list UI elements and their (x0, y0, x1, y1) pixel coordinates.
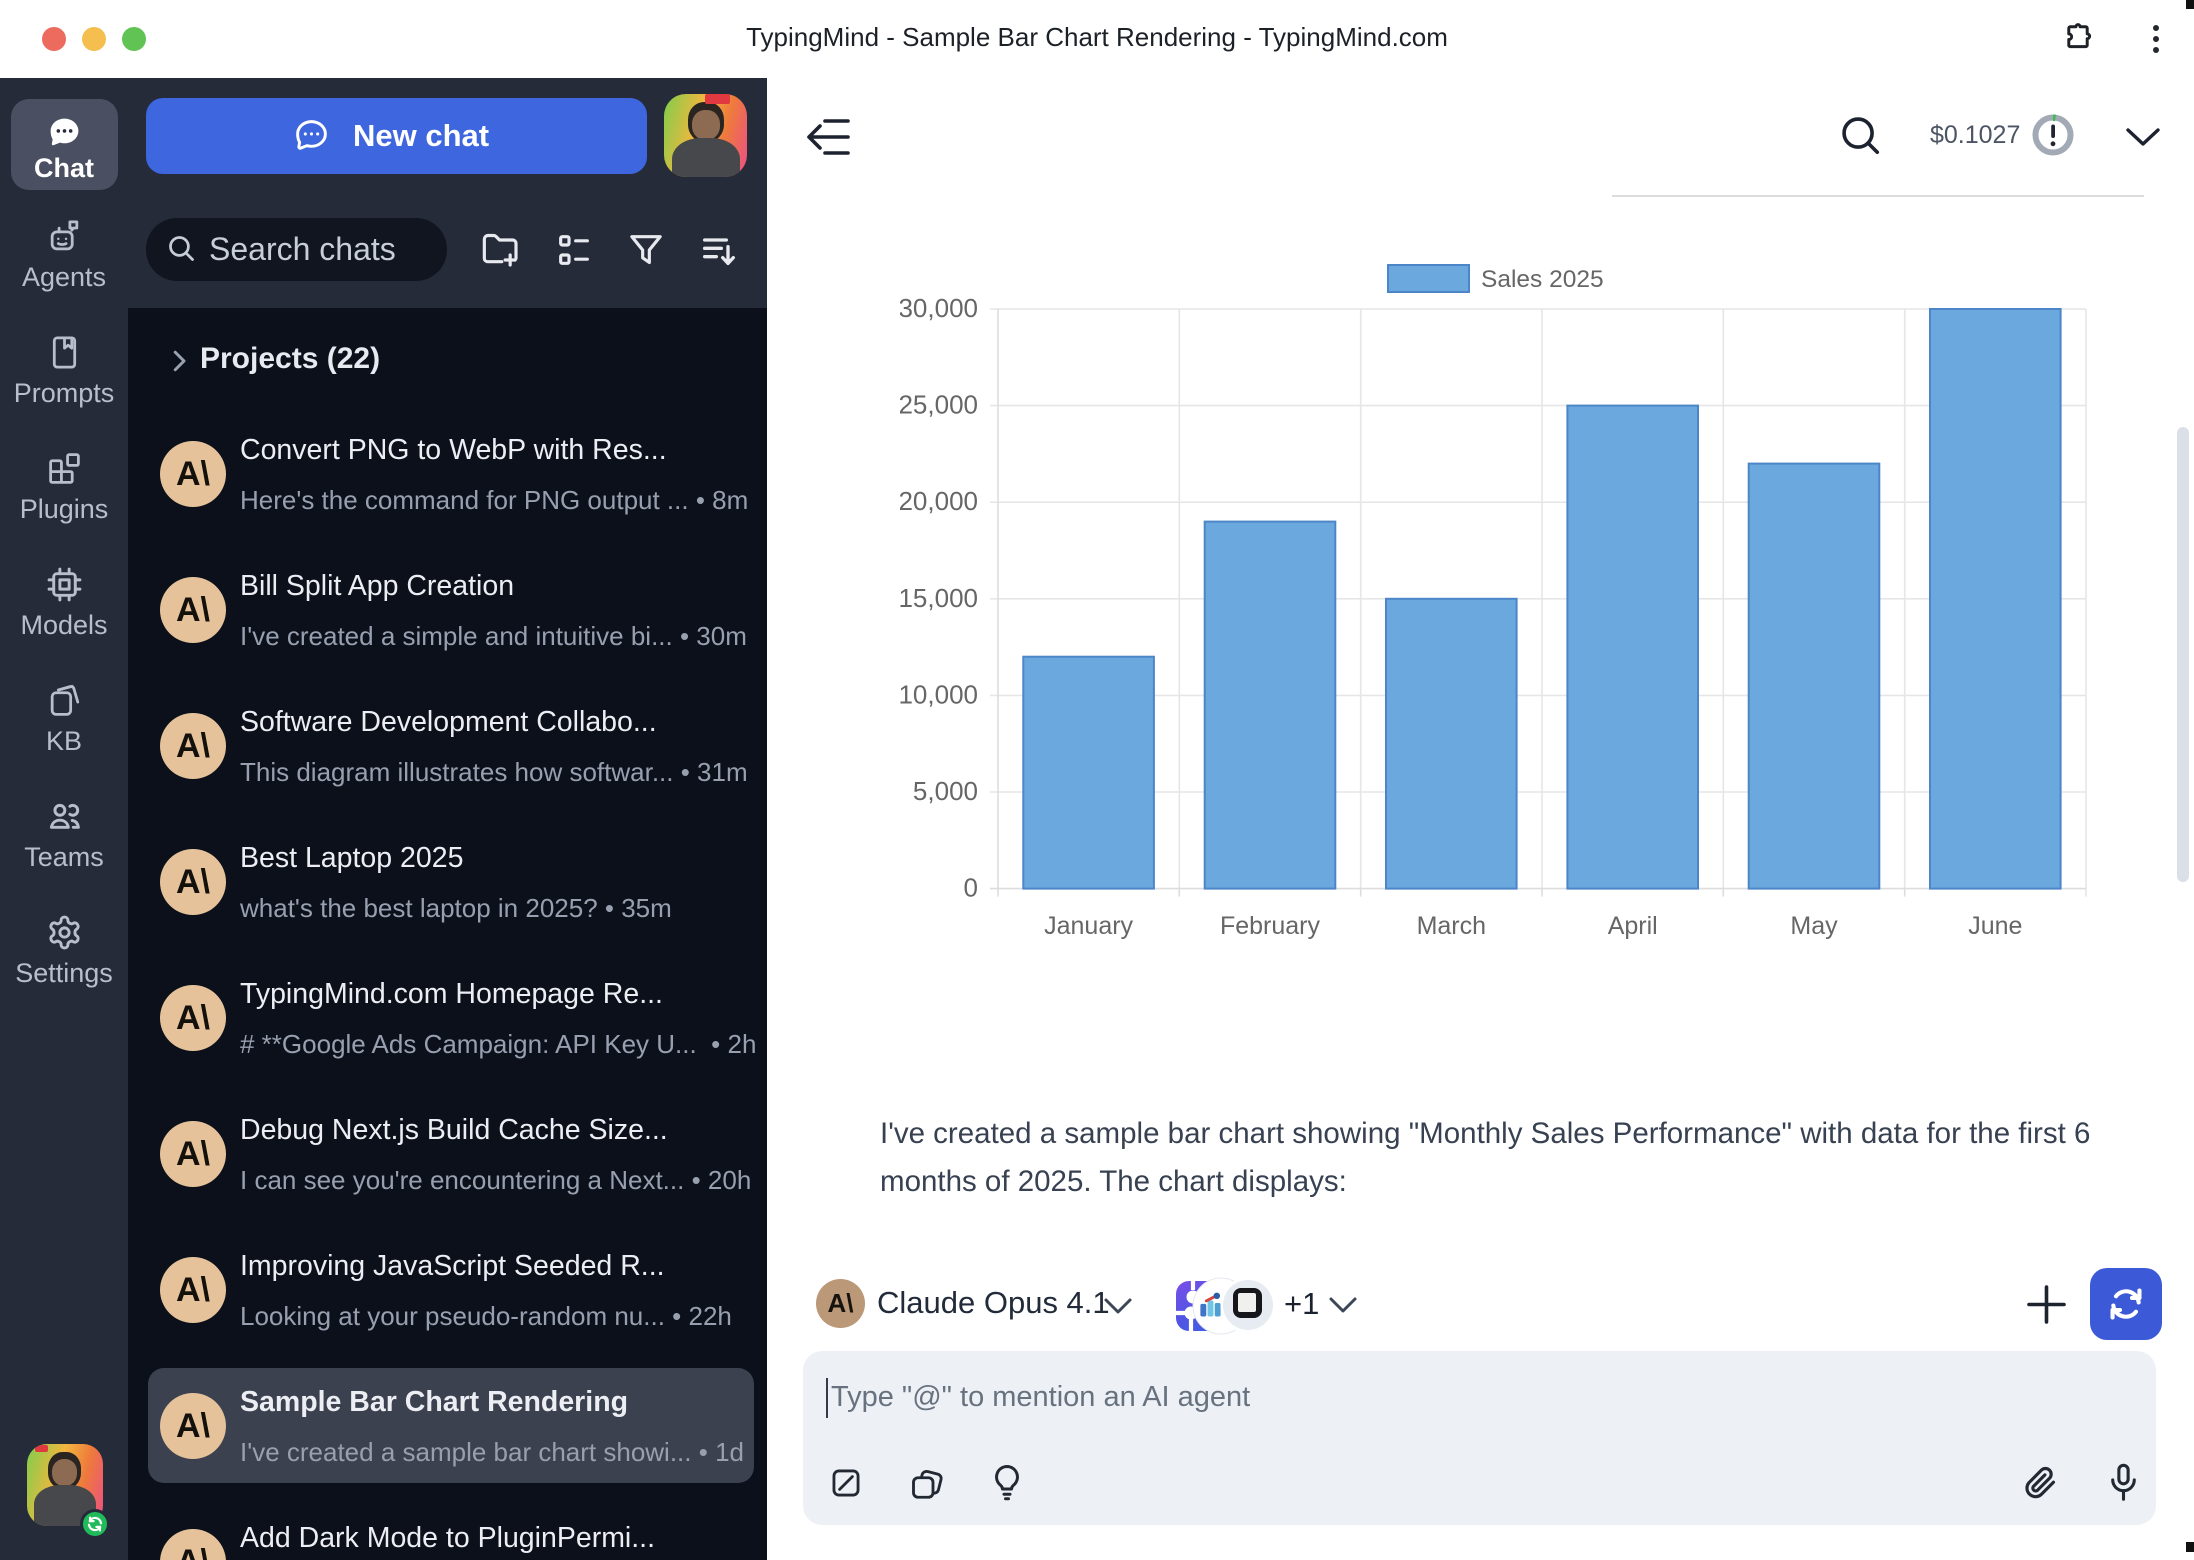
svg-text:April: April (1608, 912, 1658, 940)
svg-text:March: March (1417, 912, 1486, 940)
svg-text:20,000: 20,000 (900, 486, 978, 516)
svg-text:10,000: 10,000 (900, 679, 978, 709)
svg-text:5,000: 5,000 (913, 776, 978, 806)
svg-text:25,000: 25,000 (900, 390, 978, 420)
svg-text:15,000: 15,000 (900, 583, 978, 613)
svg-text:Sales 2025: Sales 2025 (1481, 266, 1604, 293)
svg-text:May: May (1790, 912, 1838, 940)
svg-text:30,000: 30,000 (900, 293, 978, 323)
svg-text:January: January (1044, 912, 1133, 940)
svg-text:June: June (1968, 912, 2022, 940)
svg-text:February: February (1220, 912, 1321, 940)
svg-text:0: 0 (964, 873, 978, 903)
